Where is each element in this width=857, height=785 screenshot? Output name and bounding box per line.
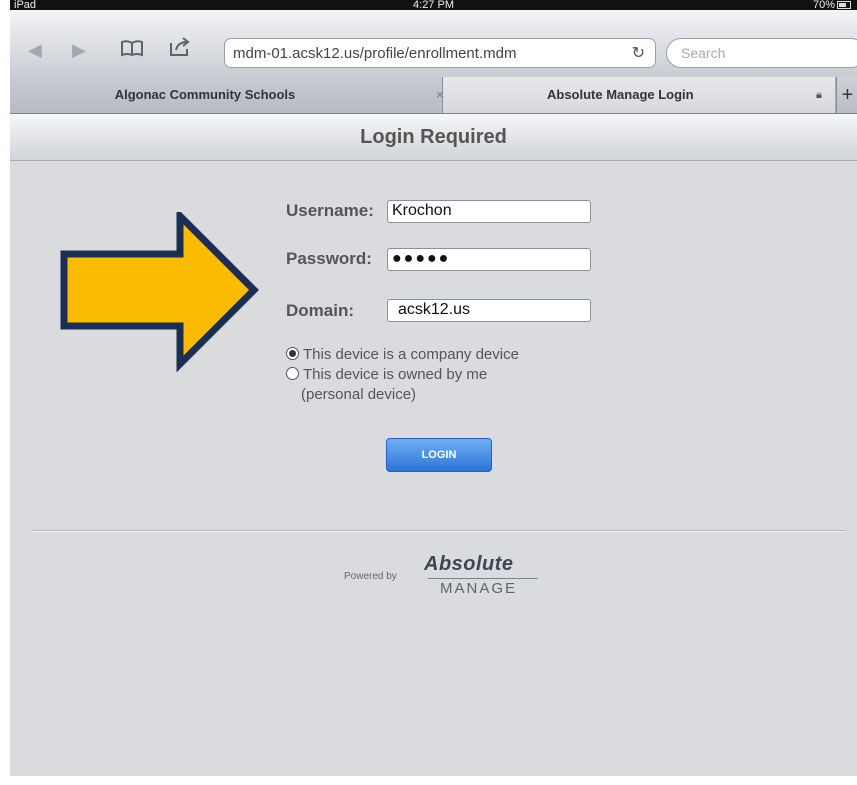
lock-icon: 🔒︎ bbox=[816, 89, 822, 101]
domain-field[interactable]: acsk12.us bbox=[387, 299, 591, 322]
status-bar: iPad 4:27 PM 70% bbox=[10, 0, 857, 11]
brand-logo-rule bbox=[428, 578, 538, 579]
tab-label: Algonac Community Schools bbox=[114, 87, 296, 102]
bookmarks-icon[interactable] bbox=[120, 39, 144, 62]
page-title: Login Required bbox=[10, 114, 857, 161]
password-label: Password: bbox=[286, 249, 372, 268]
powered-by-text: Powered by bbox=[344, 571, 397, 582]
browser-toolbar: ◀ ▶ mdm-01.acsk12.us/profile/enrollment.… bbox=[10, 10, 857, 78]
back-icon[interactable]: ◀ bbox=[28, 40, 42, 61]
tab-absolute-manage[interactable]: Absolute Manage Login 🔒︎ bbox=[443, 77, 835, 113]
address-bar[interactable]: mdm-01.acsk12.us/profile/enrollment.mdm … bbox=[224, 38, 656, 68]
url-text: mdm-01.acsk12.us/profile/enrollment.mdm bbox=[233, 45, 517, 62]
divider bbox=[32, 530, 846, 532]
username-label: Username: bbox=[286, 201, 374, 220]
new-tab-button[interactable]: + bbox=[836, 77, 857, 113]
domain-label: Domain: bbox=[286, 301, 354, 320]
search-field[interactable]: Search bbox=[666, 38, 857, 68]
annotation-arrow-icon bbox=[60, 212, 259, 372]
username-field[interactable]: Krochon bbox=[387, 200, 591, 223]
password-field[interactable]: ●●●●● bbox=[387, 248, 591, 271]
tab-label: Absolute Manage Login bbox=[547, 87, 694, 102]
forward-icon[interactable]: ▶ bbox=[72, 40, 86, 61]
login-button[interactable]: LOGIN bbox=[386, 438, 492, 472]
radio-personal-device[interactable]: This device is owned by me bbox=[286, 366, 487, 383]
brand-logo-product: MANAGE bbox=[440, 580, 518, 597]
reload-icon[interactable]: ↻ bbox=[632, 43, 645, 63]
radio-button-selected[interactable] bbox=[286, 347, 299, 360]
share-icon[interactable] bbox=[168, 37, 192, 62]
ipad-screen: iPad 4:27 PM 70% ◀ ▶ mdm-01.acsk12.us/pr… bbox=[10, 0, 857, 776]
search-placeholder: Search bbox=[681, 45, 726, 61]
tab-bar: Algonac Community Schools × Absolute Man… bbox=[10, 77, 857, 114]
radio-button[interactable] bbox=[286, 367, 299, 380]
radio-company-device[interactable]: This device is a company device bbox=[286, 346, 519, 363]
battery-icon bbox=[837, 1, 851, 10]
radio-personal-label: This device is owned by me bbox=[303, 366, 488, 383]
tab-algonac[interactable]: Algonac Community Schools × bbox=[10, 77, 444, 113]
radio-company-label: This device is a company device bbox=[303, 346, 519, 363]
battery-indicator: 70% bbox=[813, 0, 851, 11]
brand-logo-name: Absolute bbox=[424, 553, 514, 575]
radio-personal-sublabel: (personal device) bbox=[301, 386, 417, 403]
clock: 4:27 PM bbox=[413, 0, 454, 11]
